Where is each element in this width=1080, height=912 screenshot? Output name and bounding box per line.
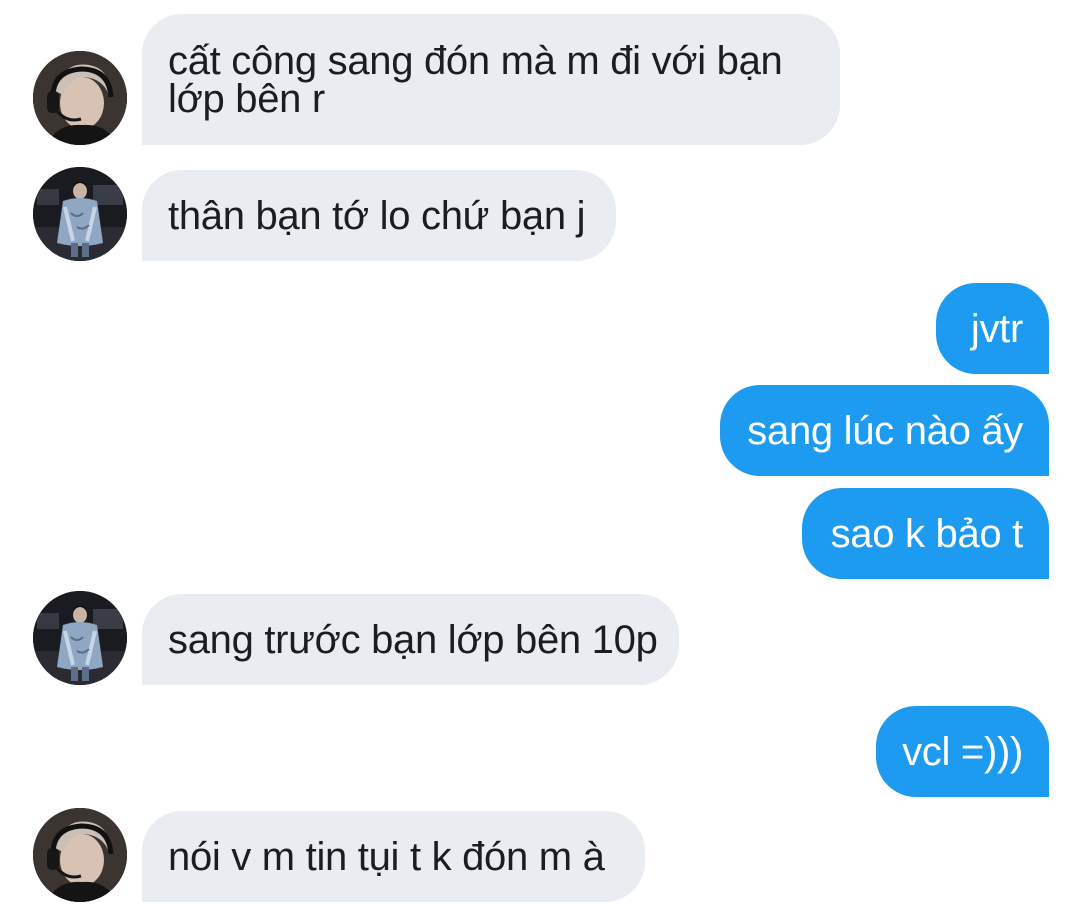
message-text: nói v m tin tụi t k đón m à <box>168 834 605 879</box>
message-text: thân bạn tớ lo chứ bạn j <box>168 193 586 238</box>
outgoing-message-bubble[interactable]: sao k bảo t <box>802 488 1049 579</box>
message-text: sao k bảo t <box>830 511 1024 556</box>
headset-boy-avatar-icon[interactable] <box>33 51 127 145</box>
incoming-message-bubble[interactable]: cất công sang đón mà m đi với bạn lớp bê… <box>142 14 840 145</box>
incoming-message-bubble[interactable]: thân bạn tớ lo chứ bạn j <box>142 170 616 261</box>
denim-jacket-avatar-icon[interactable] <box>33 591 127 685</box>
outgoing-message-bubble[interactable]: jvtr <box>936 283 1049 374</box>
incoming-message-bubble[interactable]: nói v m tin tụi t k đón m à <box>142 811 645 902</box>
headset-boy-avatar-icon[interactable] <box>33 808 127 902</box>
message-text: cất công sang đón mà m đi với bạn lớp bê… <box>168 39 783 121</box>
message-text: sang trước bạn lớp bên 10p <box>168 617 658 662</box>
outgoing-message-bubble[interactable]: vcl =))) <box>876 706 1049 797</box>
incoming-message-bubble[interactable]: sang trước bạn lớp bên 10p <box>142 594 679 685</box>
message-text: sang lúc nào ấy <box>747 408 1023 453</box>
denim-jacket-avatar-icon[interactable] <box>33 167 127 261</box>
message-text: jvtr <box>970 306 1023 351</box>
outgoing-message-bubble[interactable]: sang lúc nào ấy <box>720 385 1049 476</box>
message-text: vcl =))) <box>902 729 1023 774</box>
